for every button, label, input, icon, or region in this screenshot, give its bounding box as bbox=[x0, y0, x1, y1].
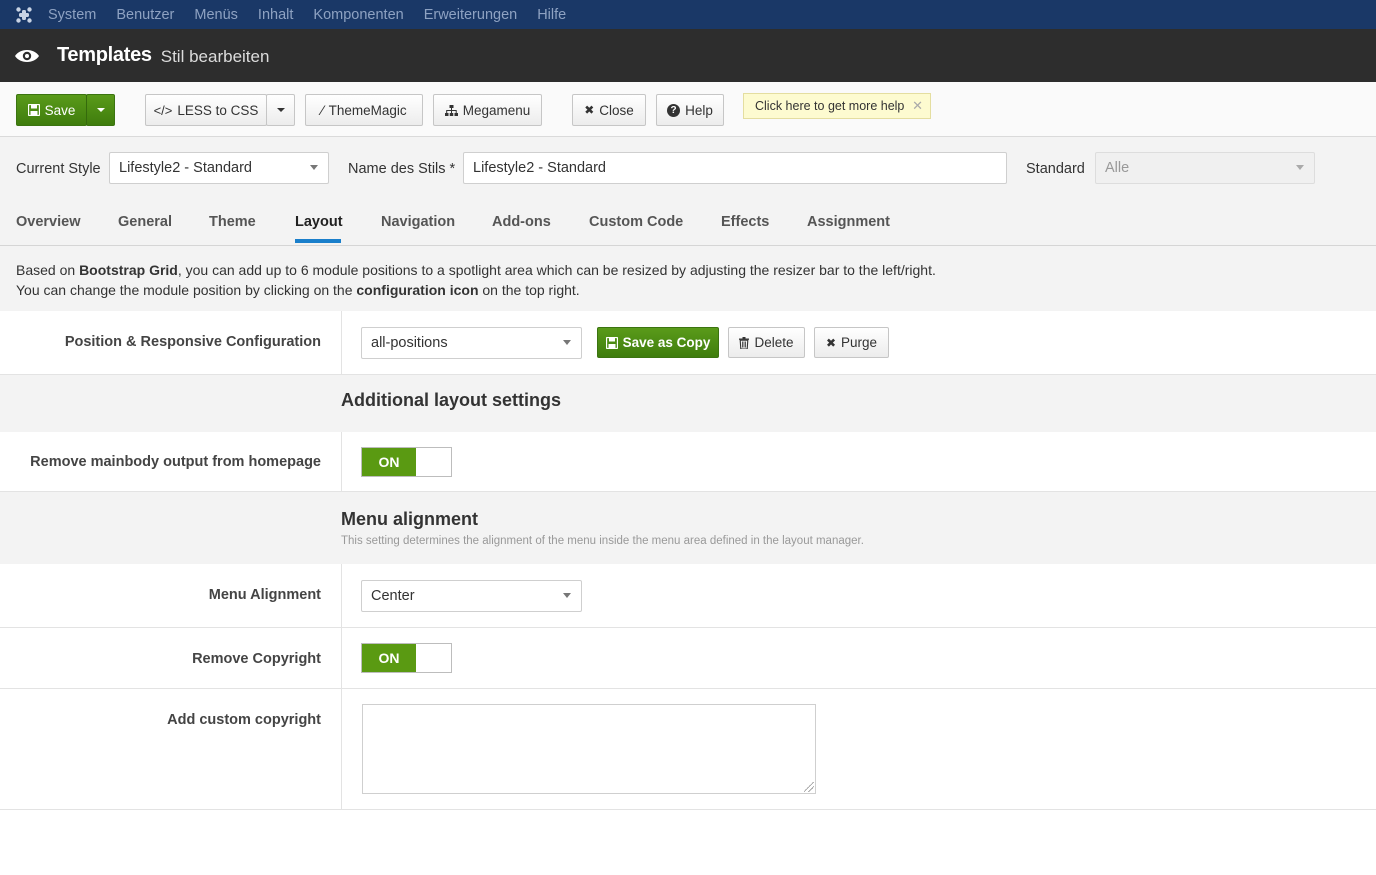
purge-button[interactable]: ✖ Purge bbox=[814, 327, 889, 358]
floppy-icon bbox=[27, 104, 40, 116]
floppy-icon bbox=[605, 336, 618, 349]
topnav-item-komponenten[interactable]: Komponenten bbox=[313, 7, 403, 23]
remove-copyright-row: Remove Copyright bbox=[0, 628, 1376, 689]
standard-label: Standard bbox=[1026, 161, 1085, 177]
tab-assignment[interactable]: Assignment bbox=[807, 214, 890, 230]
caret-down-icon bbox=[563, 340, 571, 345]
page-header: Templates Stil bearbeiten bbox=[0, 29, 1376, 82]
tab-effects[interactable]: Effects bbox=[721, 214, 769, 230]
close-button[interactable]: ✖ Close bbox=[572, 94, 646, 126]
position-config-select[interactable]: all-positions bbox=[361, 327, 582, 359]
save-button[interactable]: Save bbox=[16, 94, 87, 126]
tab-general[interactable]: General bbox=[118, 214, 172, 230]
megamenu-button[interactable]: Megamenu bbox=[433, 94, 542, 126]
menu-alignment-select[interactable]: Center bbox=[361, 580, 582, 612]
topnav-item-system[interactable]: System bbox=[48, 7, 96, 23]
sitemap-icon bbox=[444, 104, 458, 116]
caret-down-icon bbox=[1296, 165, 1304, 170]
menu-alignment-label: Menu Alignment bbox=[208, 587, 321, 603]
remove-mainbody-label: Remove mainbody output from homepage bbox=[30, 454, 321, 470]
joomla-logo-icon[interactable] bbox=[0, 0, 48, 29]
eye-icon bbox=[15, 49, 39, 62]
tab-custom-code[interactable]: Custom Code bbox=[589, 214, 683, 230]
current-style-label: Current Style bbox=[16, 161, 101, 177]
additional-layout-section: Additional layout settings bbox=[0, 375, 1376, 432]
caret-down-icon bbox=[276, 108, 285, 112]
remove-copyright-label: Remove Copyright bbox=[192, 651, 321, 667]
custom-copyright-textarea[interactable] bbox=[362, 704, 816, 794]
topnav-item-hilfe[interactable]: Hilfe bbox=[537, 7, 566, 23]
code-icon: </> bbox=[153, 102, 173, 118]
menu-alignment-section: Menu alignment This setting determines t… bbox=[0, 492, 1376, 564]
resize-handle-icon[interactable] bbox=[804, 782, 814, 792]
page-title: Templates bbox=[57, 44, 152, 66]
save-as-copy-button[interactable]: Save as Copy bbox=[597, 327, 719, 358]
custom-copyright-label: Add custom copyright bbox=[167, 712, 321, 728]
caret-down-icon bbox=[96, 108, 105, 112]
remove-mainbody-row: Remove mainbody output from homepage bbox=[0, 432, 1376, 492]
menu-alignment-description: This setting determines the alignment of… bbox=[341, 535, 864, 547]
caret-down-icon bbox=[563, 593, 571, 598]
trash-icon bbox=[739, 336, 750, 349]
delete-button[interactable]: Delete bbox=[728, 327, 805, 358]
remove-mainbody-toggle[interactable]: ON bbox=[361, 447, 452, 477]
menu-alignment-row: Menu Alignment bbox=[0, 564, 1376, 628]
less-dropdown-button[interactable] bbox=[266, 94, 295, 126]
caret-down-icon bbox=[310, 165, 318, 170]
active-tab-indicator bbox=[295, 239, 341, 243]
menu-alignment-title: Menu alignment bbox=[341, 509, 479, 529]
topnav-item-menus[interactable]: Menüs bbox=[194, 7, 238, 23]
style-name-label: Name des Stils * bbox=[348, 161, 456, 177]
tab-theme[interactable]: Theme bbox=[209, 214, 256, 230]
position-config-label: Position & Responsive Configuration bbox=[64, 334, 321, 350]
question-circle-icon: ? bbox=[667, 103, 681, 117]
page-subtitle: Stil bearbeiten bbox=[160, 47, 270, 66]
tab-layout[interactable]: Layout bbox=[295, 214, 343, 230]
tab-add-ons[interactable]: Add-ons bbox=[492, 214, 551, 230]
tab-overview[interactable]: Overview bbox=[16, 214, 81, 230]
thememagic-button[interactable]: ⁄ ThemeMagic bbox=[305, 94, 423, 126]
magic-wand-icon: ⁄ bbox=[321, 102, 324, 118]
help-button[interactable]: ? Help bbox=[656, 94, 724, 126]
topnav-item-inhalt[interactable]: Inhalt bbox=[258, 7, 293, 23]
standard-select[interactable]: Alle bbox=[1095, 152, 1315, 184]
layout-info-text: Based on Bootstrap Grid, you can add up … bbox=[0, 246, 1376, 311]
help-tooltip[interactable]: Click here to get more help ✕ bbox=[743, 93, 931, 119]
tab-navigation[interactable]: Navigation bbox=[381, 214, 455, 230]
top-nav-bar: System Benutzer Menüs Inhalt Komponenten… bbox=[0, 0, 1376, 29]
save-dropdown-button[interactable] bbox=[86, 94, 115, 126]
less-to-css-button[interactable]: </> LESS to CSS bbox=[145, 94, 267, 126]
topnav-item-erweiterungen[interactable]: Erweiterungen bbox=[424, 7, 518, 23]
additional-layout-title: Additional layout settings bbox=[341, 390, 562, 410]
close-icon: ✖ bbox=[584, 103, 595, 117]
tab-bar bbox=[0, 202, 1376, 246]
style-name-input[interactable]: Lifestyle2 - Standard bbox=[463, 152, 1007, 184]
remove-copyright-toggle[interactable]: ON bbox=[361, 643, 452, 673]
close-icon: ✖ bbox=[825, 335, 837, 350]
close-tooltip-icon[interactable]: ✕ bbox=[912, 98, 923, 114]
topnav-item-benutzer[interactable]: Benutzer bbox=[116, 7, 174, 23]
current-style-select[interactable]: Lifestyle2 - Standard bbox=[109, 152, 329, 184]
